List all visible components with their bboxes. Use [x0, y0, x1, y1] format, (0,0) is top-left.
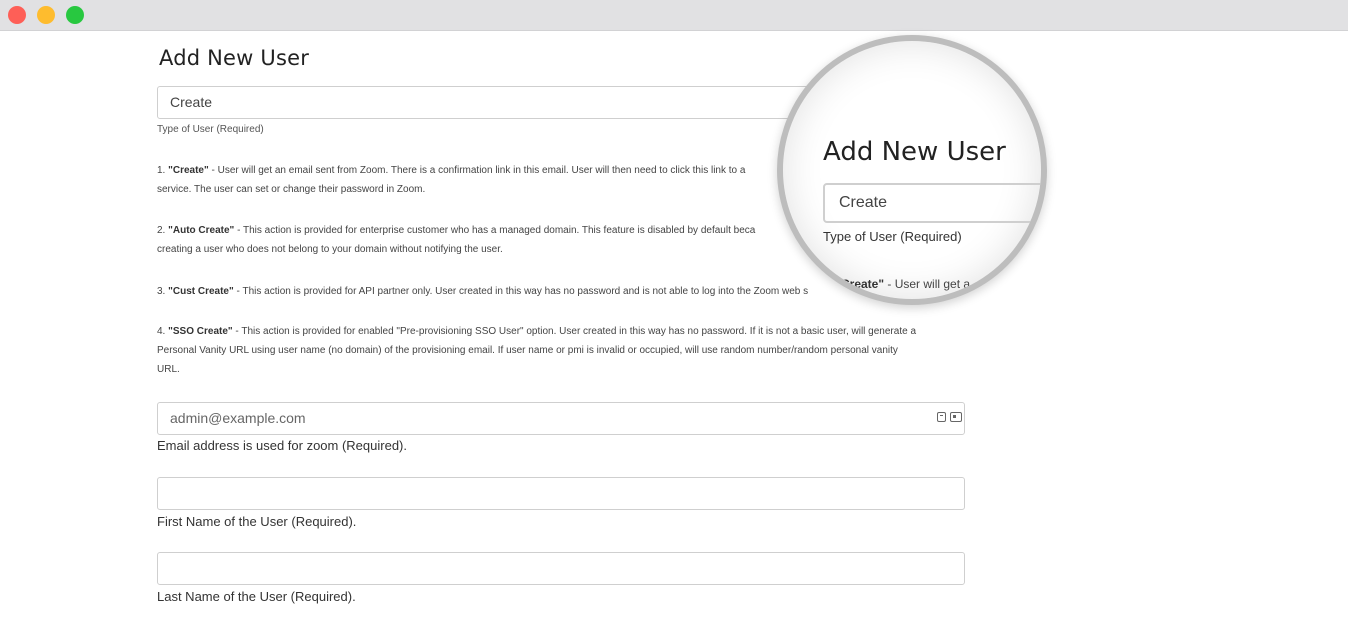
maximize-window-button[interactable] — [66, 6, 84, 24]
page-title: Add New User — [159, 46, 310, 70]
magnifier-callout: Add New User Create Type of User (Requir… — [777, 35, 1047, 305]
first-name-field[interactable] — [157, 477, 965, 510]
magnified-user-type-label: Type of User (Required) — [823, 229, 962, 244]
magnified-description: Create" - User will get a — [841, 277, 971, 291]
contact-card-icon[interactable] — [950, 412, 962, 422]
email-label: Email address is used for zoom (Required… — [157, 438, 407, 453]
email-placeholder: admin@example.com — [170, 410, 306, 426]
autofill-icons — [933, 412, 962, 442]
minimize-window-button[interactable] — [37, 6, 55, 24]
user-type-label: Type of User (Required) — [157, 124, 264, 135]
password-manager-icon[interactable] — [937, 412, 946, 422]
magnified-user-type-select: Create — [823, 183, 1041, 223]
email-field[interactable]: admin@example.com — [157, 402, 965, 435]
close-window-button[interactable] — [8, 6, 26, 24]
last-name-label: Last Name of the User (Required). — [157, 589, 356, 604]
last-name-field[interactable] — [157, 552, 965, 585]
window-titlebar — [0, 0, 1348, 31]
first-name-label: First Name of the User (Required). — [157, 514, 357, 529]
description-sso-create: 4. "SSO Create" - This action is provide… — [157, 326, 916, 375]
magnified-title: Add New User — [823, 137, 1006, 167]
